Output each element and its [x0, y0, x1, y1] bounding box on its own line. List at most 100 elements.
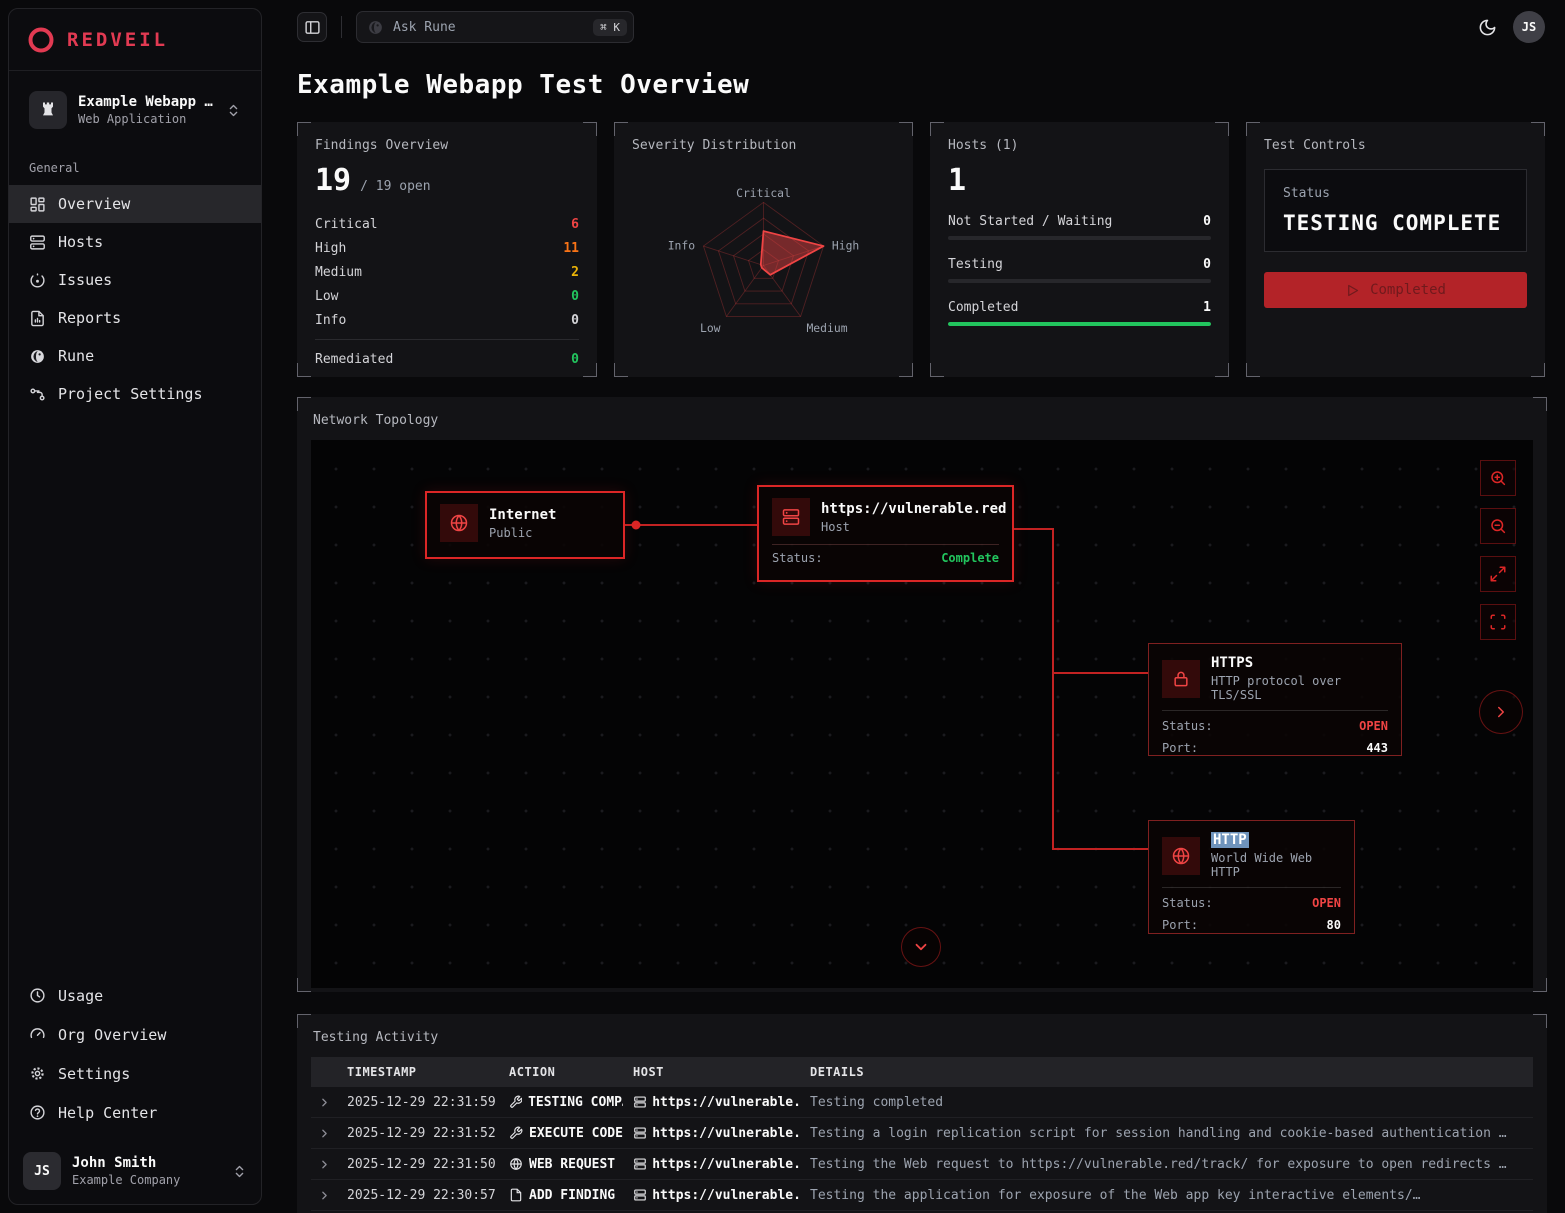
gear-icon [29, 1065, 46, 1082]
column-header-timestamp: TIMESTAMP [347, 1065, 509, 1079]
sidebar-item-label: Project Settings [58, 385, 203, 403]
testing-activity-panel: Testing Activity TIMESTAMP ACTION HOST D… [297, 1014, 1547, 1213]
table-row[interactable]: 2025-12-29 22:30:57 ADD FINDING https://… [311, 1180, 1533, 1211]
row-expand-icon[interactable] [311, 1158, 347, 1171]
findings-total-count: 19 [315, 163, 351, 198]
sidebar-item-issues[interactable]: Issues [9, 261, 261, 299]
topology-canvas[interactable]: Internet Public https://vulnera [311, 440, 1533, 988]
issue-icon [29, 272, 46, 289]
node-host[interactable]: https://vulnerable.red Host Status: Comp… [757, 485, 1014, 582]
host-status-row: Completed 1 [948, 300, 1211, 326]
search-input[interactable]: Ask Rune ⌘ K [356, 11, 634, 43]
sidebar-item-label: Reports [58, 309, 121, 327]
sidebar-item-label: Settings [58, 1065, 130, 1083]
topbar-divider [341, 16, 342, 38]
row-details: Testing completed [810, 1095, 1533, 1110]
wrench-icon [509, 1095, 522, 1109]
status-value: OPEN [1312, 896, 1341, 910]
nav-section-label: General [9, 139, 261, 185]
theme-toggle-button[interactable] [1478, 18, 1497, 37]
network-topology-panel: Network Topology [297, 397, 1547, 992]
project-type: Web Application [78, 112, 215, 126]
sidebar-item-project-settings[interactable]: Project Settings [9, 375, 261, 413]
avatar[interactable]: JS [1513, 11, 1545, 43]
finding-row: Info 0 [315, 308, 579, 332]
status-value: Complete [941, 551, 999, 565]
progress-track [948, 322, 1211, 326]
row-details: Testing a login replication script for s… [810, 1126, 1533, 1141]
row-expand-icon[interactable] [311, 1096, 347, 1109]
lock-icon [1162, 660, 1200, 698]
host-status-row: Not Started / Waiting 0 [948, 214, 1211, 240]
brand-name: REDVEIL [67, 29, 168, 51]
status-key: Status: [772, 551, 823, 565]
user-menu[interactable]: JS John Smith Example Company [9, 1140, 261, 1204]
zoom-out-button[interactable] [1480, 508, 1516, 544]
completed-button[interactable]: Completed [1264, 272, 1527, 308]
severity-distribution-card: Severity Distribution Critical High Medi… [614, 122, 913, 377]
node-http[interactable]: HTTP World Wide Web HTTP Status: OPEN Po… [1148, 820, 1355, 934]
table-row[interactable]: 2025-12-29 22:31:50 WEB REQUEST https://… [311, 1149, 1533, 1180]
sidebar-item-label: Help Center [58, 1104, 157, 1122]
brand[interactable]: REDVEIL [9, 9, 261, 71]
project-selector[interactable]: Example Webapp … Web Application [21, 85, 249, 135]
sidebar-item-label: Hosts [58, 233, 103, 251]
status-box: Status TESTING COMPLETE [1264, 169, 1527, 252]
activity-table-header: TIMESTAMP ACTION HOST DETAILS [311, 1057, 1533, 1087]
table-row[interactable]: 2025-12-29 22:31:59 TESTING COMP… https:… [311, 1087, 1533, 1118]
dashboard-icon [29, 196, 46, 213]
divider [315, 339, 579, 340]
hosts-card: Hosts (1) 1 Not Started / Waiting 0 [930, 122, 1229, 377]
gauge-icon [29, 1026, 46, 1043]
sidebar-item-settings[interactable]: Settings [9, 1054, 261, 1093]
chevrons-up-down-icon [232, 1164, 247, 1179]
finding-row: High 11 [315, 236, 579, 260]
row-expand-icon[interactable] [311, 1127, 347, 1140]
radar-label-medium: Medium [806, 321, 847, 335]
user-company: Example Company [72, 1173, 221, 1187]
radar-label-info: Info [668, 239, 696, 253]
port-key: Port: [1162, 741, 1198, 755]
sidebar-item-org-overview[interactable]: Org Overview [9, 1015, 261, 1054]
card-title: Test Controls [1264, 138, 1527, 153]
row-action: TESTING COMP… [509, 1095, 633, 1110]
findings-open-suffix: / 19 open [360, 179, 430, 194]
rune-icon [29, 348, 46, 365]
activity-table: TIMESTAMP ACTION HOST DETAILS 2025-12-29… [311, 1057, 1533, 1211]
sidebar-item-hosts[interactable]: Hosts [9, 223, 261, 261]
zoom-in-button[interactable] [1480, 460, 1516, 496]
sidebar-toggle-button[interactable] [297, 12, 327, 42]
severity-radar-chart: Critical High Medium Low Info [632, 155, 895, 369]
panel-left-icon [304, 19, 321, 36]
server-icon [633, 1157, 646, 1171]
next-host-button[interactable] [1479, 690, 1523, 734]
sidebar-item-help-center[interactable]: Help Center [9, 1093, 261, 1132]
sidebar-item-usage[interactable]: Usage [9, 976, 261, 1015]
row-timestamp: 2025-12-29 22:31:52 [347, 1126, 509, 1141]
node-https[interactable]: HTTPS HTTP protocol over TLS/SSL Status:… [1148, 643, 1402, 756]
row-expand-icon[interactable] [311, 1189, 347, 1202]
finding-row: Medium 2 [315, 260, 579, 284]
sidebar-item-reports[interactable]: Reports [9, 299, 261, 337]
expand-button[interactable] [1480, 556, 1516, 592]
panel-title: Network Topology [311, 411, 1533, 440]
sidebar-item-rune[interactable]: Rune [9, 337, 261, 375]
sidebar-item-overview[interactable]: Overview [9, 185, 261, 223]
sidebar-item-label: Org Overview [58, 1026, 166, 1044]
row-action: ADD FINDING [509, 1188, 633, 1203]
node-subtitle: Host [821, 520, 1006, 534]
finding-row: Critical 6 [315, 212, 579, 236]
row-details: Testing the Web request to https://vulne… [810, 1157, 1533, 1172]
table-row[interactable]: 2025-12-29 22:31:52 EXECUTE CODE https:/… [311, 1118, 1533, 1149]
sidebar-item-label: Usage [58, 987, 103, 1005]
fit-view-button[interactable] [1480, 604, 1516, 640]
radar-label-critical: Critical [736, 186, 791, 200]
scroll-down-button[interactable] [901, 927, 941, 967]
server-icon [633, 1095, 646, 1109]
node-title: HTTPS [1211, 655, 1388, 671]
chevron-down-icon [912, 938, 930, 956]
chevron-right-icon [1492, 703, 1510, 721]
node-internet[interactable]: Internet Public [425, 491, 625, 559]
file-icon [509, 1188, 523, 1202]
status-value: OPEN [1359, 719, 1388, 733]
